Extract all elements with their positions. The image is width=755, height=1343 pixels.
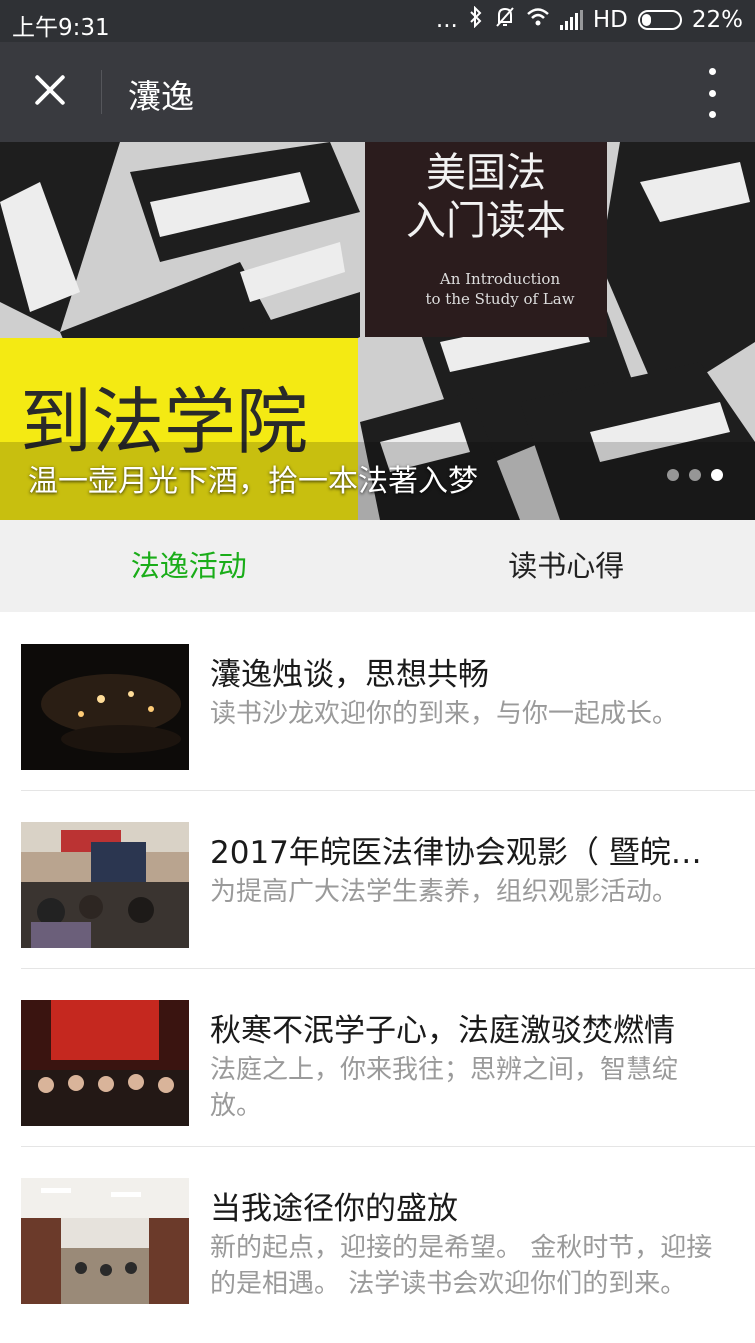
banner-caption: 温一壶月光下酒，拾一本法著入梦 xyxy=(28,464,478,499)
status-icons: ... HD 22% xyxy=(435,5,743,34)
item-desc: 法庭之上，你来我往；思辨之间，智慧绽放。 xyxy=(210,1055,679,1121)
item-title: 灢逸烛谈，思想共畅 xyxy=(210,657,489,693)
battery-icon xyxy=(637,10,682,30)
title-bar: 灢逸 xyxy=(0,42,755,142)
carousel-dot xyxy=(667,469,679,481)
book-subtitle-1: An Introduction xyxy=(439,270,561,288)
thumbnail-image xyxy=(21,1178,189,1304)
list-item[interactable]: 当我途径你的盛放 新的起点，迎接的是希望。 金秋时节，迎接的是相遇。 法学读书会… xyxy=(0,1146,755,1324)
carousel-dot xyxy=(689,469,701,481)
page-title: 灢逸 xyxy=(128,77,194,116)
carousel-dots xyxy=(667,469,723,481)
tab-activities[interactable]: 法逸活动 xyxy=(0,520,378,612)
category-tabs: 法逸活动 读书心得 xyxy=(0,520,755,612)
list-item[interactable]: 2017年皖医法律协会观影（ 暨皖医法律协会第一届读书会） 为提高广大法学生素养… xyxy=(0,790,755,968)
book-title-1: 美国法 xyxy=(426,150,546,196)
status-time: 上午9:31 xyxy=(12,15,110,41)
more-vertical-icon[interactable] xyxy=(701,68,723,118)
carousel-dot-active xyxy=(711,469,723,481)
list-item[interactable]: 秋寒不泯学子心，法庭激驳焚燃情 法庭之上，你来我往；思辨之间，智慧绽放。 xyxy=(0,968,755,1146)
signal-icon xyxy=(559,10,583,30)
item-desc: 读书沙龙欢迎你的到来，与你一起成长。 xyxy=(210,699,679,729)
book-title-2: 入门读本 xyxy=(406,198,566,244)
mute-bell-icon xyxy=(494,6,516,34)
item-desc: 为提高广大法学生素养，组织观影活动。 xyxy=(210,877,679,907)
book-subtitle-2: to the Study of Law xyxy=(425,290,574,308)
banner-carousel[interactable]: 美国法 入门读本 An Introduction to the Study of… xyxy=(0,142,755,520)
close-icon[interactable] xyxy=(22,62,78,118)
network-type: HD xyxy=(592,7,628,33)
thumbnail-image xyxy=(21,644,189,770)
more-dots: ... xyxy=(435,7,458,33)
thumbnail-image xyxy=(21,822,189,948)
list-item[interactable]: 灢逸烛谈，思想共畅 读书沙龙欢迎你的到来，与你一起成长。 xyxy=(0,612,755,790)
battery-level: 22% xyxy=(691,7,743,33)
bluetooth-icon xyxy=(468,5,484,34)
item-title: 2017年皖医法律协会观影（ 暨皖医法律协会第一届读书会） xyxy=(210,835,730,871)
item-title: 秋寒不泯学子心，法庭激驳焚燃情 xyxy=(210,1013,675,1049)
wifi-icon xyxy=(526,7,550,33)
tab-reading-notes[interactable]: 读书心得 xyxy=(378,520,755,612)
thumbnail-image xyxy=(21,1000,189,1126)
item-desc: 新的起点，迎接的是希望。 金秋时节，迎接的是相遇。 法学读书会欢迎你们的到来。 xyxy=(210,1233,713,1299)
item-title: 当我途径你的盛放 xyxy=(210,1191,458,1227)
status-bar: 上午9:31 ... HD 22% xyxy=(0,0,755,42)
title-divider xyxy=(101,70,102,114)
